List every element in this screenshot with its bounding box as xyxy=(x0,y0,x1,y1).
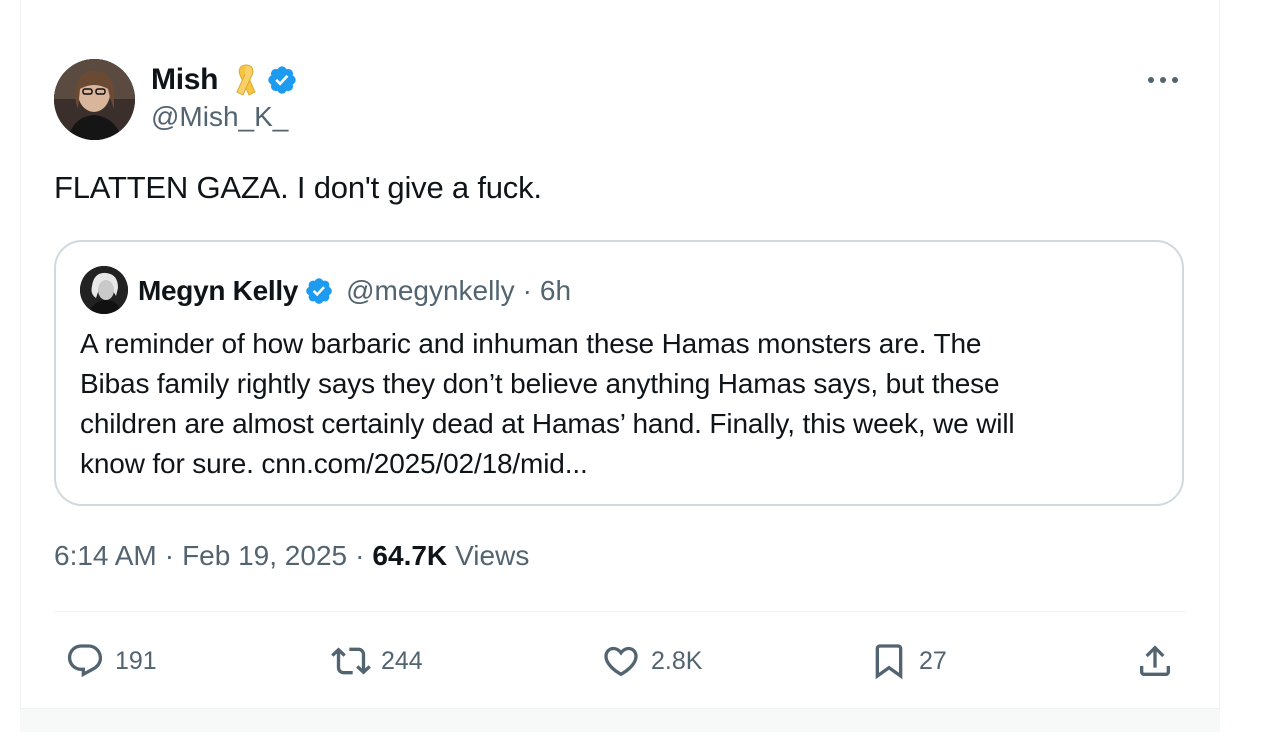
quoted-text-line: know for sure. cnn.com/2025/02/18/mid... xyxy=(80,448,588,479)
meta-separator: · xyxy=(164,540,175,571)
more-options-icon[interactable] xyxy=(1143,66,1183,94)
author-avatar[interactable] xyxy=(54,59,135,140)
reply-icon xyxy=(65,641,105,681)
heart-icon xyxy=(601,641,641,681)
quoted-author-handle[interactable]: @megynkelly xyxy=(346,275,514,307)
verified-badge-icon xyxy=(266,64,298,96)
reply-button[interactable]: 191 xyxy=(65,640,157,682)
quoted-header: Megyn Kelly @megynkelly · 6h xyxy=(138,270,571,312)
quoted-text-line: Bibas family rightly says they don’t bel… xyxy=(80,368,1000,399)
quoted-text: A reminder of how barbaric and inhuman t… xyxy=(80,324,1160,484)
like-button[interactable]: 2.8K xyxy=(601,640,702,682)
timeline-footer-strip xyxy=(20,708,1220,732)
author-handle[interactable]: @Mish_K_ xyxy=(151,101,288,133)
quoted-text-line: children are almost certainly dead at Ha… xyxy=(80,408,1015,439)
yellow-ribbon-icon xyxy=(232,62,260,98)
tweet-date[interactable]: Feb 19, 2025 xyxy=(182,540,347,572)
share-icon xyxy=(1135,641,1175,681)
views-count[interactable]: 64.7K xyxy=(372,540,447,572)
bookmark-icon xyxy=(869,641,909,681)
author-name-row: Mish xyxy=(151,60,298,100)
bookmark-button[interactable]: 27 xyxy=(869,640,947,682)
divider xyxy=(54,611,1186,612)
repost-count: 244 xyxy=(381,646,423,675)
share-button[interactable] xyxy=(1135,640,1175,682)
repost-button[interactable]: 244 xyxy=(331,640,423,682)
repost-icon xyxy=(331,641,371,681)
quoted-author-avatar[interactable] xyxy=(80,266,128,314)
tweet-text: FLATTEN GAZA. I don't give a fuck. xyxy=(54,170,542,205)
views-label[interactable]: Views xyxy=(455,540,529,572)
quoted-author-name[interactable]: Megyn Kelly xyxy=(138,275,298,307)
meta-separator: · xyxy=(355,540,365,571)
quoted-timestamp[interactable]: 6h xyxy=(540,275,571,307)
tweet-card: Mish @Mish_K_ FLATTEN GAZA. I don't give… xyxy=(20,0,1220,708)
author-display-name[interactable]: Mish xyxy=(151,63,218,97)
bookmark-count: 27 xyxy=(919,646,947,675)
quoted-tweet[interactable]: Megyn Kelly @megynkelly · 6h A reminder … xyxy=(54,240,1184,506)
verified-badge-icon xyxy=(304,276,334,306)
quoted-text-line: A reminder of how barbaric and inhuman t… xyxy=(80,328,982,359)
tweet-meta: 6:14 AM · Feb 19, 2025 · 64.7K Views xyxy=(54,540,529,572)
like-count: 2.8K xyxy=(651,646,703,675)
page: Mish @Mish_K_ FLATTEN GAZA. I don't give… xyxy=(0,0,1262,732)
tweet-time[interactable]: 6:14 AM xyxy=(54,540,157,572)
reply-count: 191 xyxy=(115,646,157,675)
quoted-separator: · xyxy=(522,275,532,306)
